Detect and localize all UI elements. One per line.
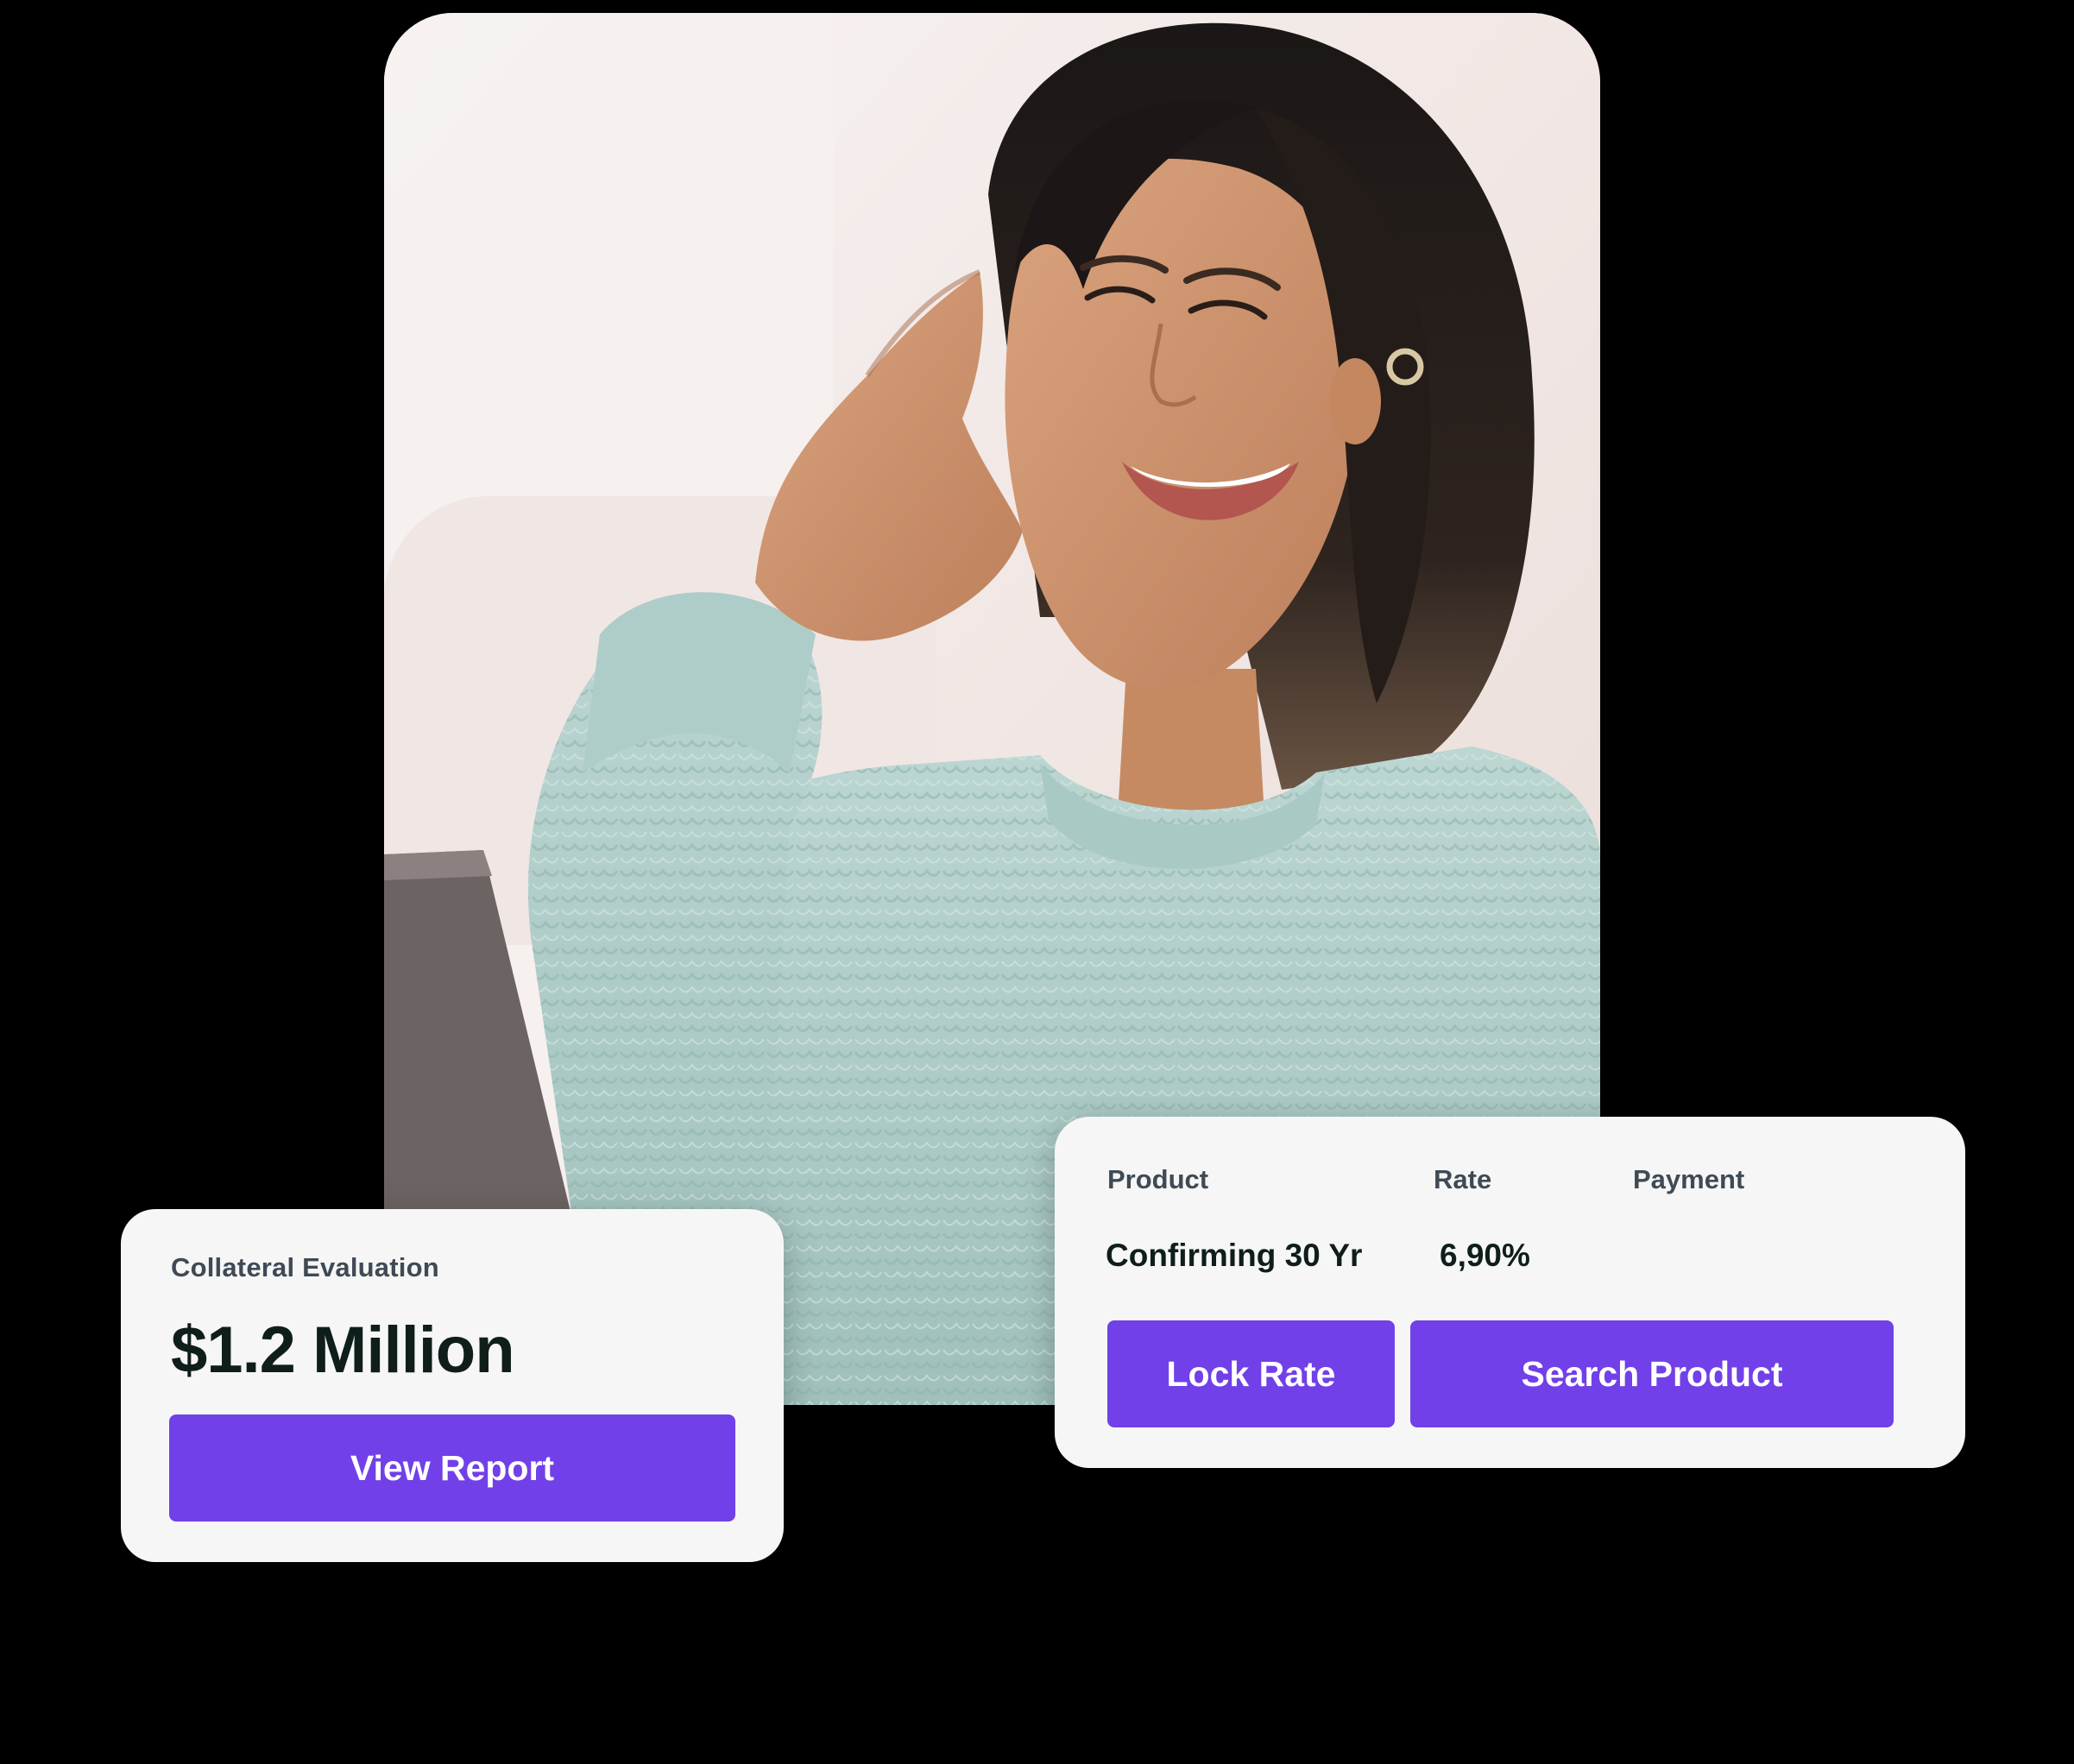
column-header-payment: Payment [1633, 1164, 1745, 1194]
product-rate: 6,90% [1440, 1238, 1530, 1273]
view-report-button[interactable]: View Report [169, 1414, 735, 1521]
product-name: Confirming 30 Yr [1106, 1238, 1363, 1273]
collateral-label: Collateral Evaluation [171, 1252, 439, 1282]
lock-rate-button[interactable]: Lock Rate [1107, 1320, 1395, 1427]
collateral-evaluation-card: Collateral Evaluation $1.2 Million View … [121, 1209, 784, 1562]
column-header-product: Product [1107, 1164, 1209, 1194]
product-rate-card: Product Rate Payment Confirming 30 Yr 6,… [1055, 1117, 1965, 1468]
collateral-value: $1.2 Million [171, 1314, 515, 1387]
search-product-button[interactable]: Search Product [1410, 1320, 1894, 1427]
column-header-rate: Rate [1434, 1164, 1492, 1194]
